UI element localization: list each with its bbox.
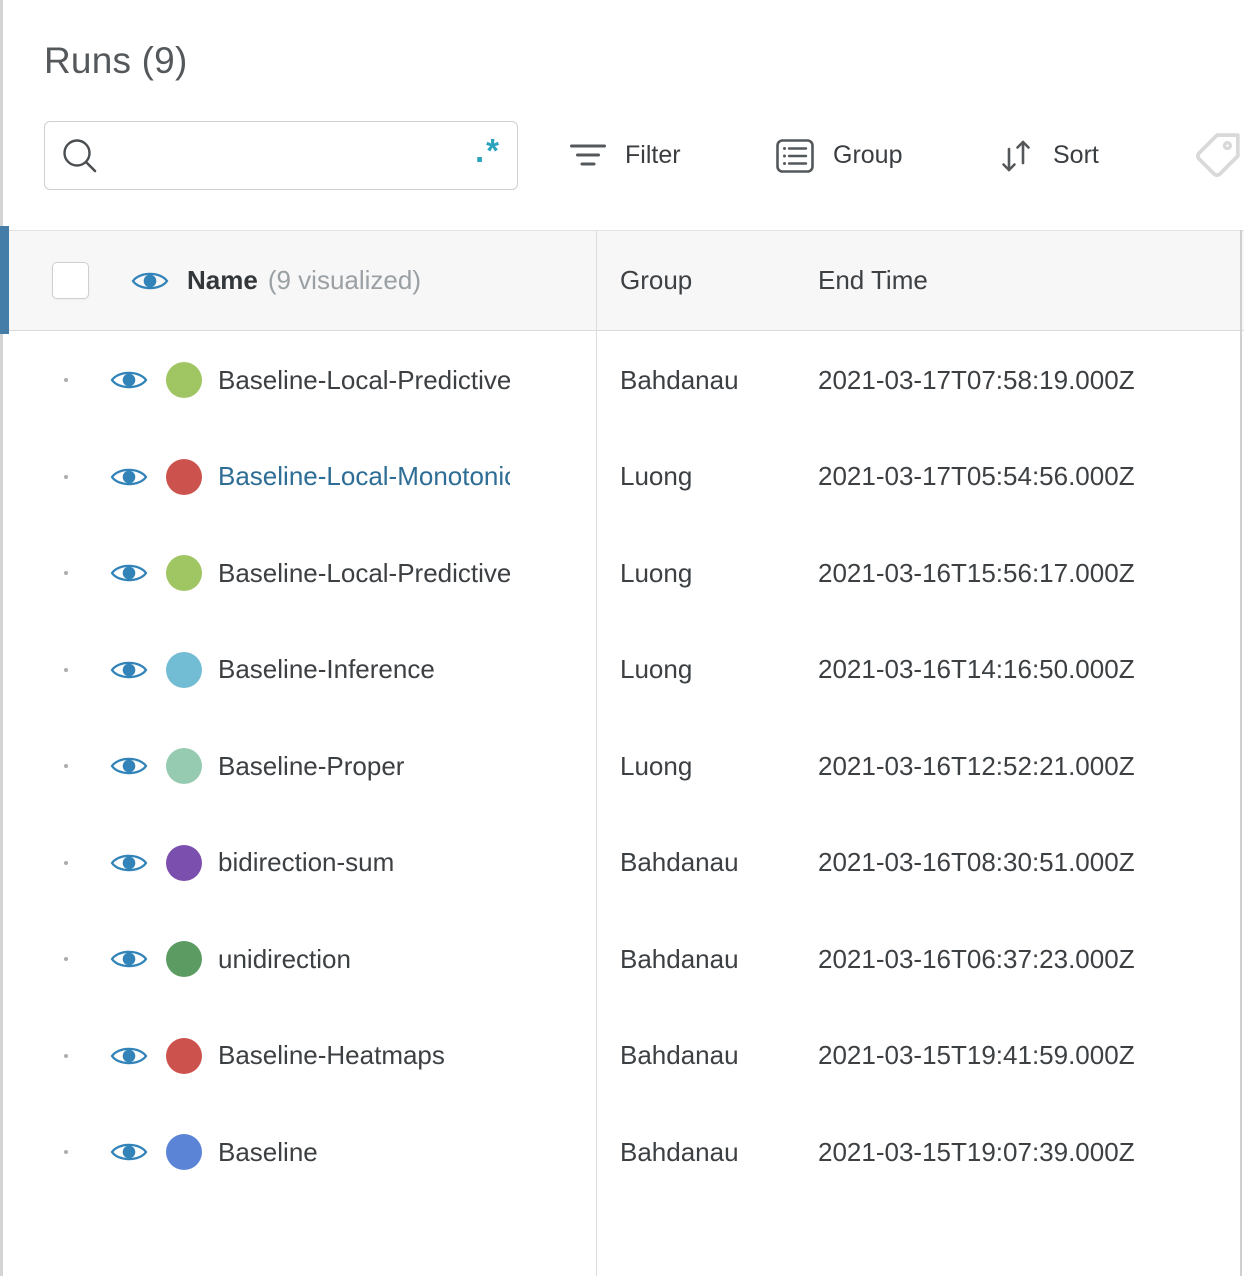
page-title: Runs (9) [44, 40, 188, 81]
drag-handle[interactable] [64, 474, 68, 479]
visibility-eye-icon[interactable] [110, 367, 148, 393]
visibility-all-eye-icon[interactable] [131, 268, 169, 294]
drag-handle[interactable] [64, 667, 68, 672]
run-group: Luong [620, 654, 693, 685]
group-button[interactable]: Group [776, 121, 902, 190]
run-group: Bahdanau [620, 943, 739, 974]
run-end-time: 2021-03-16T12:52:21.000Z [818, 750, 1135, 781]
runs-table-body: Baseline-Local-Predictive Bahdanau 2021-… [0, 332, 1244, 1201]
run-name-link[interactable]: bidirection-sum [218, 847, 394, 878]
table-right-border [1240, 230, 1242, 1276]
visibility-eye-icon[interactable] [110, 657, 148, 683]
sort-icon [1002, 140, 1030, 171]
header-accent-strip [0, 226, 9, 334]
regex-toggle-icon[interactable]: .* [475, 134, 501, 176]
run-name-link[interactable]: Baseline-Local-Monotonic [218, 461, 510, 492]
tag-filter-button[interactable] [1192, 128, 1242, 184]
run-name-link[interactable]: Baseline-Proper [218, 751, 404, 782]
run-color-dot [166, 1037, 202, 1074]
visibility-eye-icon[interactable] [110, 464, 148, 490]
drag-handle[interactable] [64, 1053, 68, 1058]
drag-handle[interactable] [64, 764, 68, 769]
run-color-dot [166, 748, 202, 785]
run-color-dot [166, 941, 202, 978]
run-group: Bahdanau [620, 847, 739, 878]
run-group: Luong [620, 557, 693, 588]
visibility-eye-icon[interactable] [110, 946, 148, 972]
search-icon [63, 138, 97, 172]
run-end-time: 2021-03-16T06:37:23.000Z [818, 943, 1135, 974]
run-end-time: 2021-03-17T07:58:19.000Z [818, 364, 1135, 395]
run-name-link[interactable]: Baseline-Local-Predictive [218, 365, 510, 396]
run-color-dot [166, 362, 202, 399]
name-group-column-divider [596, 230, 597, 1276]
run-group: Bahdanau [620, 1136, 739, 1167]
select-all-checkbox[interactable] [52, 262, 89, 299]
run-group: Bahdanau [620, 1040, 739, 1071]
run-group: Bahdanau [620, 364, 739, 395]
drag-handle[interactable] [64, 571, 68, 576]
run-group: Luong [620, 461, 693, 492]
visibility-eye-icon[interactable] [110, 1139, 148, 1165]
run-color-dot [166, 555, 202, 592]
run-name-link[interactable]: Baseline-Local-Predictive [218, 558, 510, 589]
drag-handle[interactable] [64, 860, 68, 865]
visibility-eye-icon[interactable] [110, 560, 148, 586]
run-group: Luong [620, 750, 693, 781]
run-end-time: 2021-03-16T15:56:17.000Z [818, 557, 1135, 588]
run-color-dot [166, 458, 202, 495]
run-color-dot [166, 1134, 202, 1171]
visibility-eye-icon[interactable] [110, 1043, 148, 1069]
visibility-eye-icon[interactable] [110, 753, 148, 779]
run-name-link[interactable]: Baseline-Heatmaps [218, 1040, 445, 1071]
table-row: unidirection Bahdanau 2021-03-16T06:37:2… [0, 911, 1244, 1008]
run-color-dot [166, 844, 202, 881]
run-name-link[interactable]: Baseline [218, 1137, 318, 1168]
visibility-eye-icon[interactable] [110, 850, 148, 876]
column-header-name[interactable]: Name [187, 265, 258, 296]
table-row: Baseline-Local-Monotonic Luong 2021-03-1… [0, 429, 1244, 526]
sort-label: Sort [1053, 141, 1099, 169]
table-row: Baseline-Proper Luong 2021-03-16T12:52:2… [0, 718, 1244, 815]
drag-handle[interactable] [64, 1150, 68, 1155]
column-header-end-time[interactable]: End Time [793, 265, 1244, 296]
visualized-count: (9 visualized) [267, 265, 421, 295]
runs-panel: Runs (9) .* Filter Group Sort Name (9 vi… [0, 0, 1244, 1276]
run-color-dot [166, 651, 202, 688]
table-row: Baseline-Local-Predictive Luong 2021-03-… [0, 525, 1244, 622]
search-input[interactable] [109, 125, 475, 186]
run-name-link[interactable]: Baseline-Inference [218, 654, 435, 685]
table-row: Baseline-Local-Predictive Bahdanau 2021-… [0, 332, 1244, 429]
run-end-time: 2021-03-15T19:07:39.000Z [818, 1136, 1135, 1167]
run-end-time: 2021-03-16T08:30:51.000Z [818, 847, 1135, 878]
table-row: Baseline-Inference Luong 2021-03-16T14:1… [0, 622, 1244, 719]
run-search-box: .* [44, 121, 518, 190]
tag-icon [1196, 133, 1240, 177]
group-label: Group [833, 141, 903, 169]
column-header-group[interactable]: Group [596, 265, 793, 296]
drag-handle[interactable] [64, 957, 68, 962]
table-header-row: Name (9 visualized) Group End Time [0, 230, 1244, 331]
filter-label: Filter [625, 141, 681, 169]
table-row: bidirection-sum Bahdanau 2021-03-16T08:3… [0, 815, 1244, 912]
table-row: Baseline-Heatmaps Bahdanau 2021-03-15T19… [0, 1008, 1244, 1105]
filter-button[interactable]: Filter [570, 121, 681, 190]
sort-button[interactable]: Sort [998, 121, 1099, 190]
run-end-time: 2021-03-17T05:54:56.000Z [818, 461, 1135, 492]
table-row: Baseline Bahdanau 2021-03-15T19:07:39.00… [0, 1104, 1244, 1201]
filter-icon [570, 144, 606, 165]
run-end-time: 2021-03-16T14:16:50.000Z [818, 654, 1135, 685]
group-icon [776, 138, 814, 173]
drag-handle[interactable] [64, 378, 68, 383]
run-end-time: 2021-03-15T19:41:59.000Z [818, 1040, 1135, 1071]
run-name-link[interactable]: unidirection [218, 944, 351, 975]
